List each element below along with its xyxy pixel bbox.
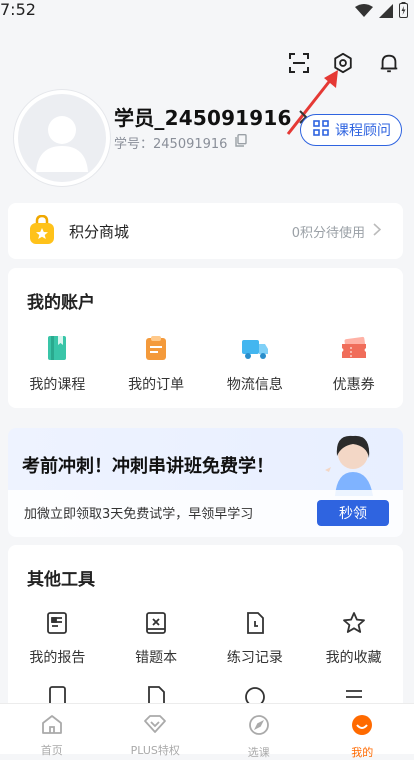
home-icon — [41, 714, 63, 738]
book-icon — [43, 334, 71, 366]
username-text: 学员_245091916 — [114, 102, 292, 131]
qr-code-icon — [313, 120, 329, 140]
nav-courses-label: 选课 — [248, 744, 270, 760]
my-courses-label: 我的课程 — [29, 374, 85, 394]
practice-record-item[interactable]: 练习记录 — [206, 611, 305, 667]
my-orders-item[interactable]: 我的订单 — [107, 334, 206, 394]
promo-claim-button[interactable]: 秒领 — [317, 500, 389, 526]
tools-grid: 我的报告 错题本 练习记录 我的收藏 — [8, 611, 403, 667]
coupon-icon — [339, 334, 369, 366]
promo-lower-bar: 加微立即领取3天免费试学，早领早学习 秒领 — [8, 490, 403, 537]
avatar[interactable] — [14, 90, 110, 186]
wifi-icon — [355, 3, 373, 22]
coupons-label: 优惠券 — [333, 374, 375, 394]
my-favorites-item[interactable]: 我的收藏 — [304, 611, 403, 667]
settings-gear-icon[interactable] — [330, 50, 356, 76]
nav-home-label: 首页 — [41, 742, 63, 758]
course-advisor-button[interactable]: 课程顾问 — [300, 114, 402, 146]
shopping-bag-icon — [28, 215, 56, 249]
promo-presenter-image — [317, 428, 389, 496]
truck-icon — [240, 334, 270, 366]
nav-home[interactable]: 首页 — [0, 704, 104, 760]
my-courses-item[interactable]: 我的课程 — [8, 334, 107, 394]
my-orders-label: 我的订单 — [128, 374, 184, 394]
diamond-icon — [143, 714, 167, 738]
nav-plus[interactable]: PLUS特权 — [104, 704, 208, 760]
other-tools-title: 其他工具 — [27, 565, 95, 590]
course-advisor-label: 课程顾问 — [335, 120, 391, 140]
scan-icon[interactable] — [286, 50, 312, 76]
status-icons — [355, 2, 408, 22]
nav-profile-label: 我的 — [351, 744, 373, 760]
nav-profile[interactable]: 我的 — [311, 704, 414, 760]
report-icon — [45, 611, 69, 639]
wrong-book-item[interactable]: 错题本 — [107, 611, 206, 667]
star-icon — [342, 611, 366, 639]
points-balance-text: 0积分待使用 — [292, 222, 365, 241]
logistics-item[interactable]: 物流信息 — [206, 334, 305, 394]
bottom-nav: 首页 PLUS特权 选课 我的 — [0, 703, 414, 754]
points-mall-title: 积分商城 — [69, 221, 129, 242]
promo-title: 考前冲刺！冲刺串讲班免费学！ — [22, 452, 274, 478]
account-grid: 我的课程 我的订单 物流信息 优惠券 — [8, 334, 403, 394]
wrong-book-label: 错题本 — [135, 647, 177, 667]
nav-plus-label: PLUS特权 — [131, 742, 180, 758]
my-account-title: 我的账户 — [27, 288, 95, 313]
status-bar: 7:52 — [0, 0, 414, 22]
wrong-book-icon — [144, 611, 168, 639]
my-report-label: 我的报告 — [29, 647, 85, 667]
battery-icon — [399, 2, 408, 22]
chevron-right-icon — [373, 223, 381, 240]
signal-icon — [379, 3, 393, 22]
copy-icon[interactable] — [235, 134, 247, 151]
nav-courses[interactable]: 选课 — [207, 704, 311, 760]
points-balance: 0积分待使用 — [292, 222, 381, 241]
other-tools-card: 其他工具 我的报告 错题本 练习记录 我的收藏 — [8, 545, 403, 715]
promo-banner[interactable]: 考前冲刺！冲刺串讲班免费学！ 加微立即领取3天免费试学，早领早学习 秒领 — [8, 428, 403, 537]
points-mall-row[interactable]: 积分商城 0积分待使用 — [8, 203, 403, 259]
logistics-label: 物流信息 — [227, 374, 283, 394]
my-favorites-label: 我的收藏 — [326, 647, 382, 667]
practice-record-label: 练习记录 — [227, 647, 283, 667]
coupons-item[interactable]: 优惠券 — [304, 334, 403, 394]
username-link[interactable]: 学员_245091916 — [114, 102, 308, 131]
practice-record-icon — [243, 611, 267, 639]
order-icon — [142, 334, 170, 366]
student-id-text: 学号：245091916 — [114, 133, 227, 152]
student-id: 学号：245091916 — [114, 133, 247, 152]
bell-icon[interactable] — [376, 50, 402, 76]
my-report-item[interactable]: 我的报告 — [8, 611, 107, 667]
my-account-card: 我的账户 我的课程 我的订单 物流信息 优惠券 — [8, 268, 403, 408]
compass-icon — [248, 714, 270, 740]
promo-subtitle: 加微立即领取3天免费试学，早领早学习 — [24, 503, 253, 522]
profile-icon — [351, 714, 373, 740]
status-time: 7:52 — [0, 0, 36, 19]
